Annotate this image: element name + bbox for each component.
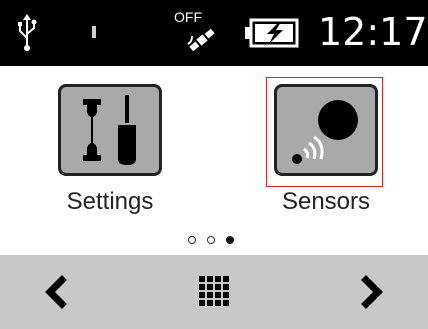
clock: 12:17: [318, 10, 428, 54]
page-dot-1[interactable]: [188, 236, 196, 244]
chevron-left-icon[interactable]: [36, 272, 76, 312]
settings-app-label: Settings: [66, 188, 154, 215]
signal-icon: [92, 26, 96, 38]
navigation-bar: [0, 255, 428, 329]
battery-charging-icon: [245, 18, 299, 48]
sensors-app-tile[interactable]: [274, 84, 378, 176]
gps-satellite-icon: [187, 28, 215, 52]
settings-app-tile[interactable]: [58, 84, 162, 176]
tools-icon: [83, 95, 136, 165]
sensors-app-label: Sensors: [281, 188, 371, 215]
sensor-icon: [292, 100, 358, 164]
app-grid-icon[interactable]: [194, 271, 236, 313]
page-indicator: [180, 234, 260, 248]
usb-icon: [18, 14, 37, 51]
page-dot-3-active[interactable]: [226, 236, 234, 244]
status-bar: OFF 12:17: [0, 0, 428, 66]
page-dot-2[interactable]: [207, 236, 215, 244]
chevron-right-icon[interactable]: [352, 272, 392, 312]
